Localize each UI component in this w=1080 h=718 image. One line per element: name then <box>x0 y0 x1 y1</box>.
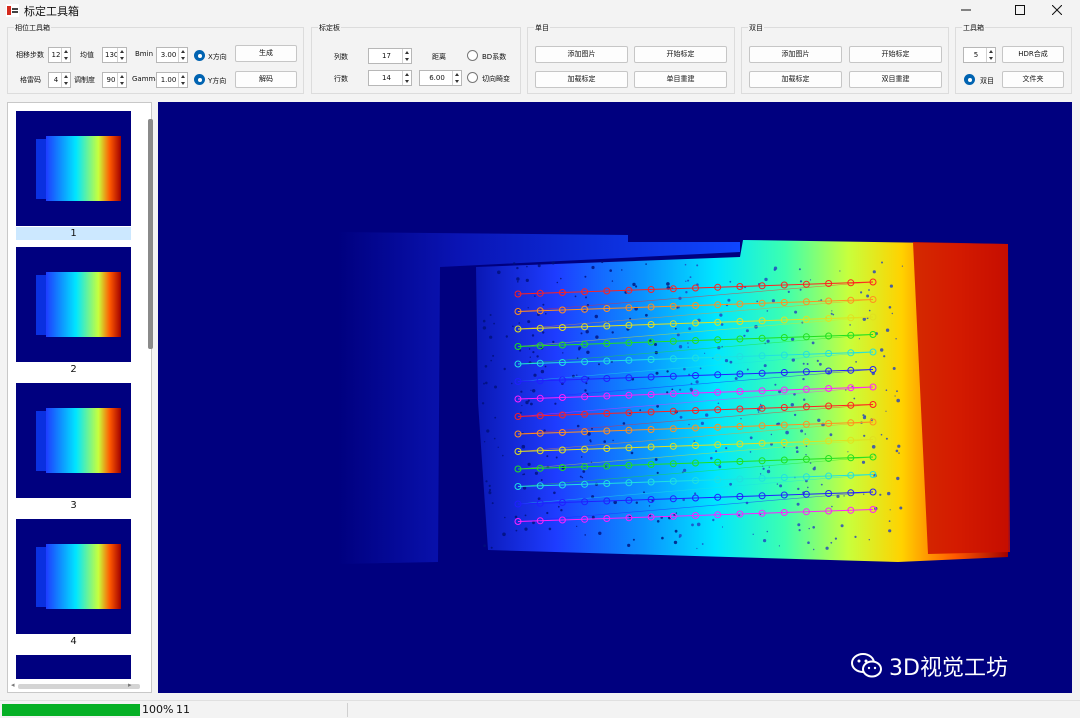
wechat-icon <box>851 653 882 678</box>
spin-arrows[interactable] <box>452 71 461 85</box>
x-direction-label: X方向 <box>208 53 227 61</box>
right-edge-block <box>913 242 1010 554</box>
mono-reconstruct-button[interactable]: 单目重建 <box>634 71 727 88</box>
spin-arrows[interactable] <box>402 71 411 85</box>
spin-arrows[interactable] <box>61 73 70 87</box>
progress-bar <box>2 704 140 716</box>
step-spinbox[interactable]: 12 <box>48 47 71 63</box>
stereo-load-calibration-button[interactable]: 加载标定 <box>749 71 842 88</box>
thumbnail-image[interactable] <box>16 519 131 634</box>
hdr-merge-button[interactable]: HDR合成 <box>1002 46 1064 63</box>
hdr-count-spinbox[interactable]: 5 <box>963 47 996 63</box>
distance-spinbox[interactable]: 6.00 <box>419 70 462 86</box>
spin-arrows[interactable] <box>117 73 126 87</box>
rows-spinbox[interactable]: 14 <box>368 70 412 86</box>
monocular-group: 单目 添加图片 开始标定 加载标定 单目重建 <box>527 23 735 94</box>
maximize-icon <box>1015 5 1025 15</box>
bmin-spinbox[interactable]: 3.00 <box>156 47 188 63</box>
stereo-radio-label: 双目 <box>980 77 994 85</box>
mean-spinbox[interactable]: 130 <box>102 47 127 63</box>
step-label: 相移步数 <box>16 51 44 59</box>
app-icon <box>6 4 19 17</box>
stereo-group: 双目 添加图片 开始标定 加载标定 双目重建 <box>741 23 949 94</box>
group-title: 相位工具箱 <box>14 23 51 33</box>
thumbnail-list[interactable]: 1 2 3 4 ◂ ▸ <box>7 102 153 693</box>
thumbnail-image[interactable] <box>16 247 131 362</box>
minimize-button[interactable] <box>943 0 989 20</box>
spin-arrows[interactable] <box>986 48 995 62</box>
folder-button[interactable]: 文件夹 <box>1002 71 1064 88</box>
close-icon <box>1052 5 1062 15</box>
thumbnail-label[interactable]: 3 <box>16 499 131 512</box>
vertical-scrollbar-thumb[interactable] <box>148 119 153 349</box>
minimize-icon <box>961 9 971 11</box>
tangential-distortion-label: 切向畸变 <box>482 75 510 83</box>
gray-code-label: 格雷码 <box>20 76 41 84</box>
thumbnail-label[interactable]: 2 <box>16 363 131 376</box>
close-button[interactable] <box>1034 0 1080 20</box>
modulation-label: 调制度 <box>74 76 95 84</box>
status-bar: 100% 11 <box>0 700 1080 718</box>
depth-map-image <box>338 232 1010 564</box>
window-title: 标定工具箱 <box>24 5 79 18</box>
scroll-right-icon[interactable]: ▸ <box>128 681 132 689</box>
mono-add-image-button[interactable]: 添加图片 <box>535 46 628 63</box>
watermark-text: 3D视觉工坊 <box>889 656 1008 681</box>
horizontal-scrollbar-track[interactable] <box>18 684 140 689</box>
image-viewer[interactable]: 3D视觉工坊 <box>158 102 1072 693</box>
phase-toolbox-group: 相位工具箱 相移步数 12 均值 130 Bmin 3.00 X方向 生成 格雷… <box>7 23 304 94</box>
calibration-board-group: 标定板 列数 17 距离 BD系数 行数 14 6.00 切向畸变 <box>311 23 521 94</box>
stereo-start-calibration-button[interactable]: 开始标定 <box>849 46 942 63</box>
thumbnail-label[interactable]: 1 <box>16 227 131 240</box>
gray-code-spinbox[interactable]: 4 <box>48 72 71 88</box>
bd-coefficient-radio[interactable] <box>467 50 478 61</box>
image-count: 11 <box>176 703 190 716</box>
spin-arrows[interactable] <box>61 48 70 62</box>
spin-arrows[interactable] <box>178 48 187 62</box>
tangential-distortion-radio[interactable] <box>467 72 478 83</box>
toolbox-group: 工具箱 5 HDR合成 双目 文件夹 <box>955 23 1072 94</box>
mono-start-calibration-button[interactable]: 开始标定 <box>634 46 727 63</box>
calibration-toolbox-window: 标定工具箱 相位工具箱 相移步数 12 均值 130 Bmin 3.00 X方向 <box>0 0 1080 718</box>
decode-button[interactable]: 解码 <box>235 71 297 88</box>
spin-arrows[interactable] <box>178 73 187 87</box>
columns-label: 列数 <box>334 53 348 61</box>
spin-arrows[interactable] <box>117 48 126 62</box>
scroll-left-icon[interactable]: ◂ <box>11 681 15 689</box>
mean-label: 均值 <box>80 51 94 59</box>
x-direction-radio[interactable] <box>194 50 205 61</box>
stereo-add-image-button[interactable]: 添加图片 <box>749 46 842 63</box>
group-title: 工具箱 <box>962 23 985 33</box>
bmin-label: Bmin <box>135 50 154 58</box>
distance-label: 距离 <box>432 53 446 61</box>
group-title: 双目 <box>748 23 764 33</box>
y-direction-label: Y方向 <box>208 77 227 85</box>
y-direction-radio[interactable] <box>194 74 205 85</box>
thumbnail-image[interactable] <box>16 383 131 498</box>
thumbnail-label[interactable]: 4 <box>16 635 131 648</box>
title-bar[interactable]: 标定工具箱 <box>0 0 1080 22</box>
spin-arrows[interactable] <box>402 49 411 63</box>
group-title: 单目 <box>534 23 550 33</box>
mono-load-calibration-button[interactable]: 加载标定 <box>535 71 628 88</box>
columns-spinbox[interactable]: 17 <box>368 48 412 64</box>
generate-button[interactable]: 生成 <box>235 45 297 62</box>
watermark: 3D视觉工坊 <box>851 650 1008 682</box>
status-separator <box>347 703 348 717</box>
thumbnail-image[interactable] <box>16 111 131 226</box>
stereo-radio[interactable] <box>964 74 975 85</box>
thumbnail-image[interactable] <box>16 655 131 679</box>
stereo-reconstruct-button[interactable]: 双目重建 <box>849 71 942 88</box>
modulation-spinbox[interactable]: 90 <box>102 72 127 88</box>
progress-percent: 100% <box>142 703 174 716</box>
rows-label: 行数 <box>334 75 348 83</box>
group-title: 标定板 <box>318 23 341 33</box>
gamma-spinbox[interactable]: 1.00 <box>156 72 188 88</box>
bd-coefficient-label: BD系数 <box>482 53 507 61</box>
